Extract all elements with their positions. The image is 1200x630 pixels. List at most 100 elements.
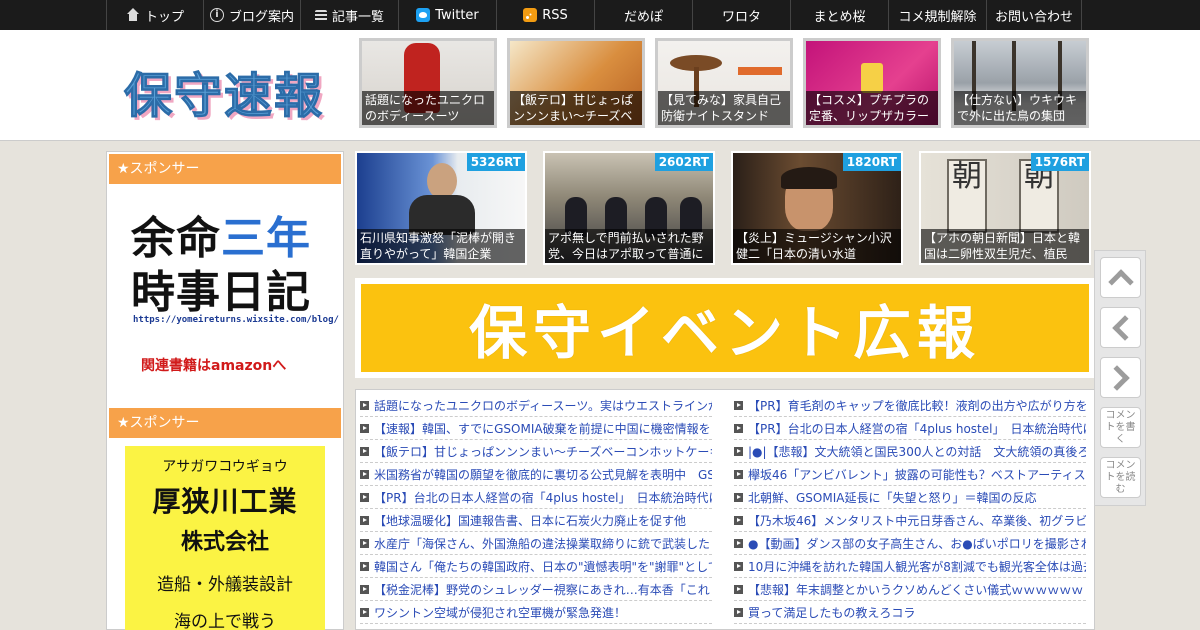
bullet-arrow-icon	[360, 400, 369, 410]
list-item[interactable]: 【悲報】年末調整とかいうクソめんどくさい儀式ｗｗｗｗｗｗ	[734, 578, 1086, 601]
rss-icon	[523, 8, 538, 22]
nav-label: コメ規制解除	[898, 9, 977, 25]
list-item[interactable]: 【地球温暖化】国連報告書、日本に石炭火力廃止を促す他	[360, 509, 712, 532]
article-link[interactable]: 【PR】台北の日本人経営の宿「4plus hostel」 日本統治時代に	[374, 489, 712, 506]
nav-label: RSS	[542, 7, 568, 23]
person-image	[781, 167, 837, 189]
top-nav-bar: トップ i ブログ案内 記事一覧 Twitter RSS だめぽ ワロタ まとめ…	[0, 0, 1200, 30]
list-item[interactable]: 【PR】台北の日本人経営の宿「4plus hostel」 日本統治時代に	[360, 486, 712, 509]
next-button[interactable]	[1100, 357, 1141, 398]
rt-count-badge: 1576RT	[1030, 153, 1089, 171]
article-link[interactable]: 【税金泥棒】野党のシュレッダー視察にあきれ…有本香「これ	[374, 581, 710, 598]
event-banner[interactable]: 保守イベント広報	[355, 278, 1095, 378]
article-link[interactable]: ワシントン空域が侵犯され空軍機が緊急発進！	[374, 604, 626, 621]
bullet-arrow-icon	[360, 446, 369, 456]
card-caption: 石川県知事激怒「泥棒が開き直りやがって」韓国企業	[357, 229, 525, 263]
nav-item-matome-sakura[interactable]: まとめ桜	[790, 0, 888, 30]
list-item[interactable]: 話題になったユニクロのボディースーツ。実はウエストラインが	[360, 394, 712, 417]
read-comments-button[interactable]: コメントを読む	[1100, 457, 1141, 498]
popular-article-card[interactable]: 2602RT アポ無しで門前払いされた野党、今日はアポ取って普通に	[543, 151, 715, 265]
header-thumb[interactable]: 【コスメ】プチプラの定番、リップザカラー	[803, 38, 941, 128]
popular-article-card[interactable]: 5326RT 石川県知事激怒「泥棒が開き直りやがって」韓国企業	[355, 151, 527, 265]
rt-count-badge: 2602RT	[654, 153, 713, 171]
list-item[interactable]: 米国務省が韓国の願望を徹底的に裏切る公式見解を表明中 GS	[360, 463, 712, 486]
list-item[interactable]: 【飯テロ】甘じょっぱンンンまい〜チーズベーコンホットケーキ	[360, 440, 712, 463]
nav-item-damepo[interactable]: だめぽ	[594, 0, 692, 30]
bullet-arrow-icon	[360, 538, 369, 548]
ad-description: 造船・外艤装設計	[157, 575, 293, 595]
list-item[interactable]: 【税金泥棒】野党のシュレッダー視察にあきれ…有本香「これ	[360, 578, 712, 601]
popular-article-card[interactable]: 1820RT 【炎上】ミュージシャン小沢健二「日本の清い水道	[731, 151, 903, 265]
article-link[interactable]: 【地球温暖化】国連報告書、日本に石炭火力廃止を促す他	[374, 512, 686, 529]
article-link[interactable]: 【乃木坂46】メンタリスト中元日芽香さん、卒業後、初グラビア	[748, 512, 1086, 529]
nav-label: Twitter	[435, 7, 479, 23]
article-link[interactable]: |●|【悲報】文大統領と国民300人との対話 文大統領の真後ろで	[748, 443, 1086, 460]
scroll-top-button[interactable]	[1100, 257, 1141, 298]
list-item[interactable]: 【速報】韓国、すでにGSOMIA破棄を前提に中国に機密情報を	[360, 417, 712, 440]
nav-item-blog-guide[interactable]: i ブログ案内	[203, 0, 300, 30]
popular-article-card[interactable]: 朝 朝 1576RT 【アホの朝日新聞】日本と韓国は二卵性双生児だ、植民	[919, 151, 1091, 265]
twitter-icon	[416, 8, 431, 22]
nav-label: 記事一覧	[331, 9, 384, 25]
article-link[interactable]: 【PR】育毛剤のキャップを徹底比較！液剤の出方や広がり方を	[748, 397, 1086, 414]
thumb-caption: 【見てみな】家具自己防衛ナイトスタンド	[658, 91, 790, 125]
header-thumb[interactable]: 【飯テロ】甘じょっぱンンンまい〜チーズベーコンホットケーキ	[507, 38, 645, 128]
card-caption: 【炎上】ミュージシャン小沢健二「日本の清い水道	[733, 229, 901, 263]
article-link[interactable]: 米国務省が韓国の願望を徹底的に裏切る公式見解を表明中 GS	[374, 466, 712, 483]
article-link[interactable]: 話題になったユニクロのボディースーツ。実はウエストラインが	[374, 397, 712, 414]
list-item[interactable]: 【PR】育毛剤のキャップを徹底比較！液剤の出方や広がり方を	[734, 394, 1086, 417]
sponsor-ad-yomei[interactable]: 余命三年 時事日記 https://yomeireturns.wixsite.c…	[107, 192, 343, 382]
list-item[interactable]: 【PR】台北の日本人経営の宿「4plus hostel」 日本統治時代に	[734, 417, 1086, 440]
sponsor-heading: ★スポンサー	[109, 154, 341, 184]
article-link[interactable]: 北朝鮮、GSOMIA延長に「失望と怒り」＝韓国の反応	[748, 489, 1036, 506]
nav-label: だめぽ	[623, 9, 663, 25]
lipstick-image	[861, 63, 883, 93]
header-thumb[interactable]: 【見てみな】家具自己防衛ナイトスタンド	[655, 38, 793, 128]
article-link[interactable]: 【飯テロ】甘じょっぱンンンまい〜チーズベーコンホットケーキ	[374, 443, 712, 460]
rt-count-badge: 1820RT	[842, 153, 901, 171]
sponsor-ad-asagawa[interactable]: アサガワコウギョウ 厚狭川工業 株式会社 造船・外艤装設計 海の上で戦う	[125, 446, 325, 630]
article-link[interactable]: 【PR】台北の日本人経営の宿「4plus hostel」 日本統治時代に	[748, 420, 1086, 437]
article-link[interactable]: 欅坂46「アンビバレント」披露の可能性も？ベストアーティスト	[748, 466, 1086, 483]
bullet-arrow-icon	[734, 400, 743, 410]
nav-item-rss[interactable]: RSS	[496, 0, 594, 30]
article-link[interactable]: ●【動画】ダンス部の女子高生さん、お●ぱいポロリを撮影され	[748, 535, 1086, 552]
article-link[interactable]: 水産庁「海保さん、外国漁船の違法操業取締りに銃で武装した	[374, 535, 710, 552]
nav-item-warota[interactable]: ワロタ	[692, 0, 790, 30]
list-item[interactable]: 買って満足したもの教えろコラ	[734, 601, 1086, 624]
nav-item-top[interactable]: トップ	[106, 0, 203, 30]
list-item[interactable]: 水産庁「海保さん、外国漁船の違法操業取締りに銃で武装した	[360, 532, 712, 555]
nav-item-twitter[interactable]: Twitter	[398, 0, 496, 30]
bullet-arrow-icon	[734, 538, 743, 548]
list-item[interactable]: ワシントン空域が侵犯され空軍機が緊急発進！	[360, 601, 712, 624]
nav-label: ブログ案内	[228, 9, 294, 25]
list-item[interactable]: ●【動画】ダンス部の女子高生さん、お●ぱいポロリを撮影され	[734, 532, 1086, 555]
nav-item-article-list[interactable]: 記事一覧	[300, 0, 398, 30]
list-item[interactable]: |●|【悲報】文大統領と国民300人との対話 文大統領の真後ろで	[734, 440, 1086, 463]
list-item[interactable]: 北朝鮮、GSOMIA延長に「失望と怒り」＝韓国の反応	[734, 486, 1086, 509]
bullet-arrow-icon	[360, 584, 369, 594]
bullet-arrow-icon	[360, 515, 369, 525]
list-item[interactable]: 欅坂46「アンビバレント」披露の可能性も？ベストアーティスト	[734, 463, 1086, 486]
article-link[interactable]: 買って満足したもの教えろコラ	[748, 604, 915, 621]
write-comment-button[interactable]: コメントを書く	[1100, 407, 1141, 448]
nav-item-contact[interactable]: お問い合わせ	[986, 0, 1082, 30]
article-link[interactable]: 【悲報】年末調整とかいうクソめんどくさい儀式ｗｗｗｗｗｗ	[748, 581, 1083, 598]
header-thumb[interactable]: 話題になったユニクロのボディースーツ	[359, 38, 497, 128]
prev-button[interactable]	[1100, 307, 1141, 348]
event-banner-inner: 保守イベント広報	[361, 284, 1089, 372]
bullet-arrow-icon	[360, 423, 369, 433]
site-logo[interactable]: 保守速報	[123, 56, 324, 126]
amazon-link[interactable]: 関連書籍はamazonへ	[141, 355, 286, 375]
list-item[interactable]: 10月に沖縄を訪れた韓国人観光客が8割減でも観光客全体は過去	[734, 555, 1086, 578]
list-item[interactable]: 【乃木坂46】メンタリスト中元日芽香さん、卒業後、初グラビア	[734, 509, 1086, 532]
article-link[interactable]: 【速報】韓国、すでにGSOMIA破棄を前提に中国に機密情報を	[374, 420, 711, 437]
article-link[interactable]: 韓国さん「俺たちの韓国政府、日本の"遺憾表明"を"謝罪"として	[374, 558, 712, 575]
chevron-right-icon	[1103, 364, 1130, 391]
list-item[interactable]: 韓国さん「俺たちの韓国政府、日本の"遺憾表明"を"謝罪"として	[360, 555, 712, 578]
article-link[interactable]: 10月に沖縄を訪れた韓国人観光客が8割減でも観光客全体は過去	[748, 558, 1086, 575]
header-thumb[interactable]: 【仕方ない】ウキウキで外に出た鳥の集団	[951, 38, 1089, 128]
rt-count-badge: 5326RT	[466, 153, 525, 171]
list-icon	[314, 9, 327, 21]
nav-item-comment-unban[interactable]: コメ規制解除	[888, 0, 986, 30]
